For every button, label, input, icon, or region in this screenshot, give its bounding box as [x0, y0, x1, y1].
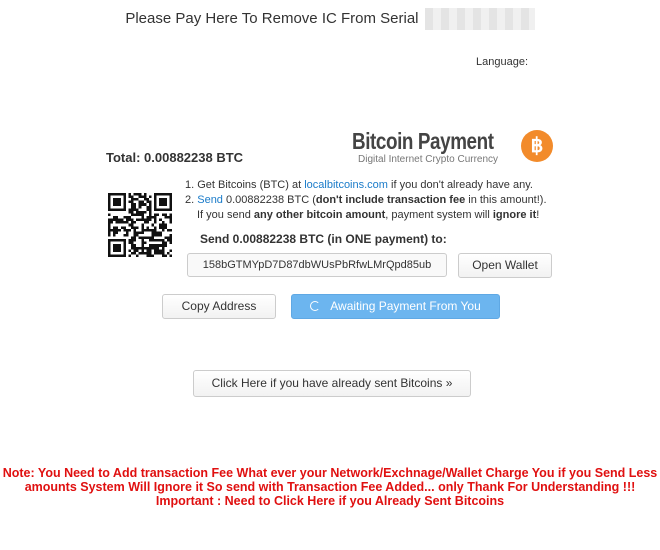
already-sent-button[interactable]: Click Here if you have already sent Bitc…: [193, 370, 471, 397]
awaiting-label: Awaiting Payment From You: [330, 299, 481, 313]
warning-note: Note: You Need to Add transaction Fee Wh…: [0, 466, 660, 508]
copy-address-button[interactable]: Copy Address: [162, 294, 276, 319]
qr-code-icon: [108, 193, 172, 257]
bitcoin-payment-logo: Bitcoin Payment Digital Internet Crypto …: [352, 128, 557, 168]
instruction-step-2: 2. Send 0.00882238 BTC (don't include tr…: [185, 194, 547, 206]
language-label[interactable]: Language:: [476, 56, 528, 68]
page-title-text: Please Pay Here To Remove IC From Serial: [125, 9, 419, 27]
send-instruction: Send 0.00882238 BTC (in ONE payment) to:: [200, 232, 447, 246]
total-amount: Total: 0.00882238 BTC: [106, 150, 243, 165]
important-note: Important : Need to Click Here if you Al…: [155, 494, 505, 508]
logo-subtitle: Digital Internet Crypto Currency: [358, 154, 499, 165]
localbitcoins-link[interactable]: localbitcoins.com: [304, 179, 388, 191]
total-label: Total:: [106, 150, 141, 165]
instruction-warning: If you send any other bitcoin amount, pa…: [197, 209, 540, 221]
spinner-icon: [310, 301, 321, 311]
bitcoin-coin-icon: ฿: [521, 130, 553, 162]
open-wallet-button[interactable]: Open Wallet: [458, 253, 552, 278]
total-value: 0.00882238 BTC: [144, 150, 244, 165]
page-title: Please Pay Here To Remove IC From Serial: [0, 8, 660, 30]
logo-title: Bitcoin Payment: [352, 128, 494, 154]
redacted-serial: [424, 8, 535, 30]
bitcoin-address-field[interactable]: 158bGTMYpD7D87dbWUsPbRfwLMrQpd85ub: [187, 253, 447, 277]
send-link[interactable]: Send: [197, 194, 223, 206]
awaiting-payment-button[interactable]: Awaiting Payment From You: [291, 294, 500, 319]
instruction-step-1: 1. Get Bitcoins (BTC) at localbitcoins.c…: [185, 179, 533, 191]
payment-instructions: 1. Get Bitcoins (BTC) at localbitcoins.c…: [185, 178, 547, 223]
fee-note: Note: You Need to Add transaction Fee Wh…: [2, 466, 658, 494]
